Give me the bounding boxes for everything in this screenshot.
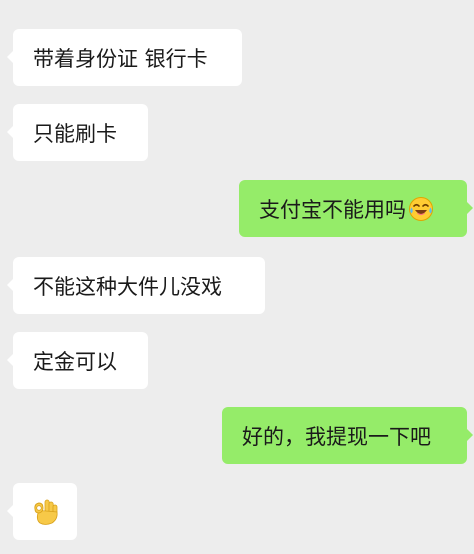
incoming-message[interactable]: 只能刷卡 [7, 104, 148, 161]
chat-message-list: 带着身份证 银行卡 只能刷卡 支付宝不能用吗 不能这种大件儿没戏 定金可以 好的… [0, 0, 474, 554]
incoming-message[interactable]: 不能这种大件儿没戏 [7, 257, 265, 314]
incoming-message[interactable]: 带着身份证 银行卡 [7, 29, 242, 86]
message-text: 好的，我提现一下吧 [242, 424, 431, 449]
message-text: 不能这种大件儿没戏 [33, 274, 222, 299]
outgoing-message[interactable]: 好的，我提现一下吧 [222, 407, 473, 464]
message-text: 只能刷卡 [33, 121, 117, 146]
message-text: 带着身份证 银行卡 [33, 46, 208, 71]
outgoing-message[interactable]: 支付宝不能用吗 [239, 180, 473, 237]
message-text: 支付宝不能用吗 [259, 197, 406, 222]
laughing-tears-emoji-icon [409, 196, 433, 221]
incoming-message[interactable] [7, 483, 77, 540]
ok-hand-emoji-icon [34, 499, 58, 525]
incoming-message[interactable]: 定金可以 [7, 332, 148, 389]
message-text: 定金可以 [33, 349, 117, 374]
